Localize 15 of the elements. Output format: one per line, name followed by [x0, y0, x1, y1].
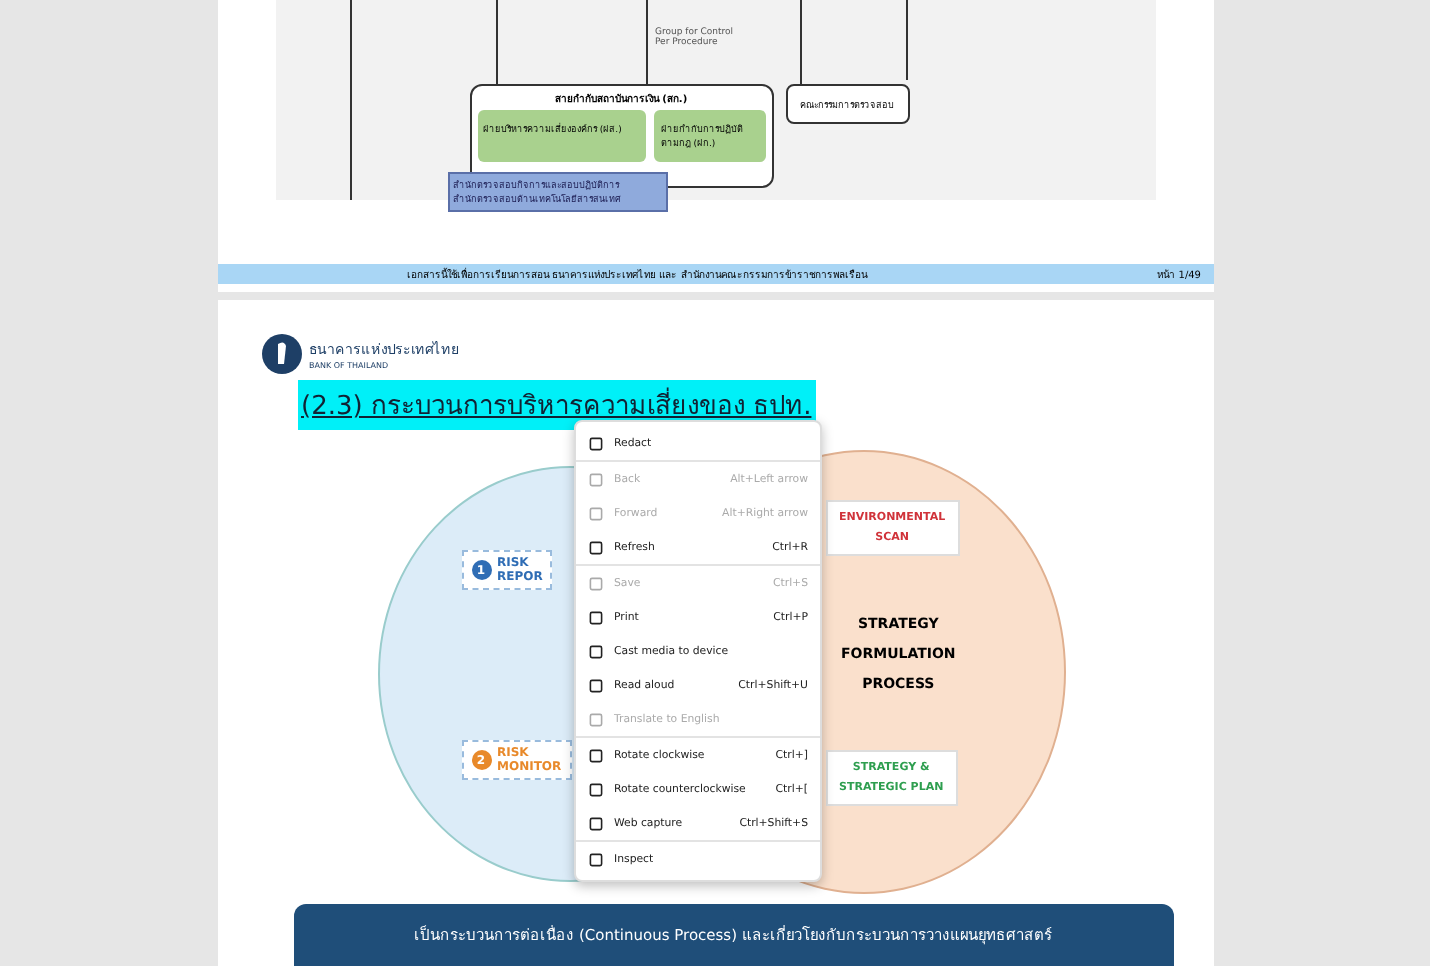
menu-item-icon	[588, 781, 604, 797]
menu-item-icon	[588, 435, 604, 451]
menu-item-icon	[588, 677, 604, 693]
menu-item-icon	[588, 815, 604, 831]
menu-item-icon	[588, 505, 604, 521]
menu-item-icon	[588, 711, 604, 727]
menu-item-icon	[588, 539, 604, 555]
menu-item-icon	[588, 643, 604, 659]
menu-item-icon	[588, 609, 604, 625]
menu-item-icon	[588, 747, 604, 763]
emblem-icon	[261, 332, 301, 376]
menu-item-icon	[588, 471, 604, 487]
slide-title: (2.3) กระบวนการบริหารความเสี่ยงของ ธปท.	[297, 380, 816, 430]
menu-item-icon	[588, 575, 604, 591]
menu-item-icon	[588, 851, 604, 867]
